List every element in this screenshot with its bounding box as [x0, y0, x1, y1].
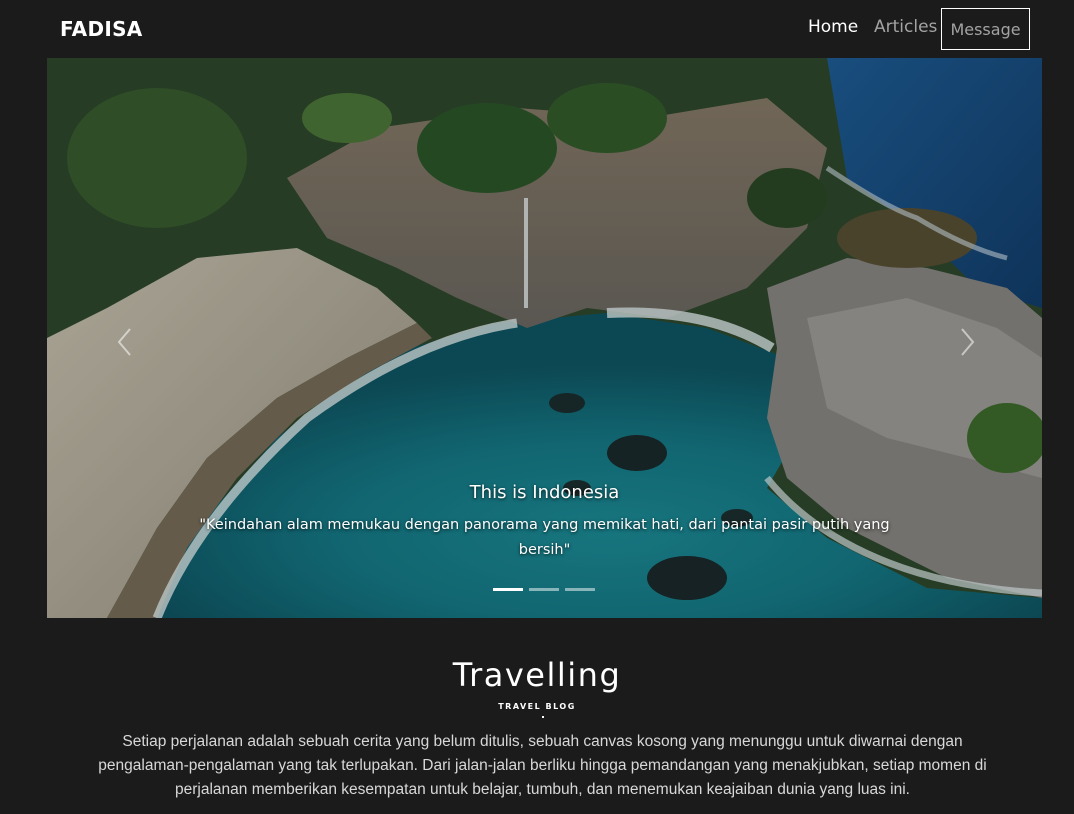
- nav-link-articles[interactable]: Articles: [874, 17, 937, 37]
- chevron-left-icon: [117, 328, 131, 356]
- caption-title: This is Indonesia: [469, 482, 620, 503]
- carousel-indicator-2[interactable]: [529, 588, 559, 591]
- section-subtitle: TRAVEL BLOG: [498, 702, 576, 711]
- chevron-right-icon: [961, 328, 975, 356]
- hero-carousel: This is Indonesia "Keindahan alam memuka…: [47, 58, 1042, 618]
- nav-link-home[interactable]: Home: [808, 17, 858, 37]
- navbar: FADISA Home Articles Message: [0, 0, 1074, 58]
- carousel-indicator-1[interactable]: [493, 588, 523, 591]
- section-divider: [542, 716, 544, 718]
- carousel-indicator-3[interactable]: [565, 588, 595, 591]
- caption-text: "Keindahan alam memukau dengan panorama …: [199, 517, 890, 558]
- carousel-indicators: [493, 588, 595, 592]
- section-title: Travelling: [452, 656, 622, 694]
- nav-link-message[interactable]: Message: [941, 8, 1030, 50]
- carousel-next-button[interactable]: [953, 322, 983, 362]
- carousel-caption: This is Indonesia "Keindahan alam memuka…: [197, 482, 892, 563]
- section-body: Setiap perjalanan adalah sebuah cerita y…: [98, 733, 987, 798]
- brand-logo[interactable]: FADISA: [60, 17, 143, 41]
- carousel-prev-button[interactable]: [109, 322, 139, 362]
